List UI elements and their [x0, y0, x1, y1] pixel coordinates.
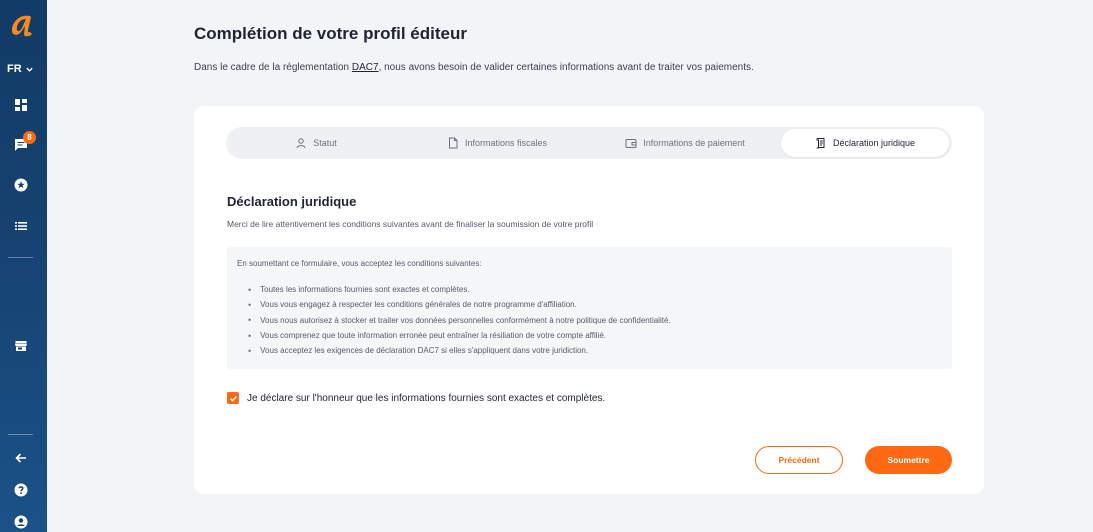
page-subtitle: Dans le cadre de la réglementation DAC7,…: [194, 62, 754, 73]
subtitle-text: , nous avons besoin de valider certaines…: [378, 62, 754, 73]
terms-list: Toutes les informations fournies sont ex…: [237, 282, 942, 358]
chevron-down-icon: [25, 67, 33, 72]
step-label: Informations de paiement: [643, 138, 745, 148]
dac7-link[interactable]: DAC7: [352, 62, 379, 73]
help-icon[interactable]: [13, 482, 29, 498]
document-icon: [448, 137, 458, 149]
page-title: Complétion de votre profil éditeur: [194, 24, 467, 43]
list-item: Vous nous autorisez à stocker et traiter…: [237, 313, 942, 328]
logo-icon[interactable]: [8, 10, 38, 40]
user-icon: [296, 138, 306, 149]
step-statut[interactable]: Statut: [228, 129, 404, 157]
submit-button[interactable]: Soumettre: [865, 446, 952, 474]
language-selector[interactable]: FR: [7, 63, 34, 75]
sidebar: FR 8: [0, 0, 47, 532]
stepper: Statut Informations fiscales Information…: [226, 127, 952, 159]
list-item: Toutes les informations fournies sont ex…: [237, 282, 942, 297]
store-icon[interactable]: [13, 338, 29, 354]
step-label: Déclaration juridique: [832, 138, 916, 148]
terms-box: En soumettant ce formulaire, vous accept…: [227, 247, 952, 369]
account-icon[interactable]: [13, 514, 29, 530]
step-informations-fiscales[interactable]: Informations fiscales: [404, 129, 590, 157]
step-label: Informations fiscales: [464, 138, 548, 148]
check-icon: [229, 395, 237, 402]
step-declaration-juridique[interactable]: Déclaration juridique: [781, 129, 949, 157]
list-item: Vous vous engagez à respecter les condit…: [237, 297, 942, 312]
language-label: FR: [7, 63, 22, 75]
notification-badge: 8: [23, 131, 36, 144]
terms-intro: En soumettant ce formulaire, vous accept…: [237, 259, 482, 268]
list-item: Vous acceptez les exigences de déclarati…: [237, 343, 942, 358]
declaration-row[interactable]: Je déclare sur l'honneur que les informa…: [227, 392, 605, 404]
declaration-label: Je déclare sur l'honneur que les informa…: [247, 392, 606, 404]
sidebar-divider: [8, 434, 33, 435]
section-title: Déclaration juridique: [227, 194, 357, 209]
list-icon[interactable]: [13, 218, 29, 234]
profile-card: Statut Informations fiscales Information…: [194, 106, 984, 494]
star-circle-icon[interactable]: [13, 177, 29, 193]
list-item: Vous comprenez que toute information err…: [237, 328, 942, 343]
subtitle-text: Dans le cadre de la réglementation: [194, 62, 352, 73]
section-subtitle: Merci de lire attentivement les conditio…: [227, 219, 594, 229]
sidebar-divider: [8, 257, 33, 258]
wallet-icon: [625, 139, 637, 148]
previous-button[interactable]: Précédent: [755, 446, 843, 474]
step-informations-paiement[interactable]: Informations de paiement: [590, 129, 780, 157]
arrow-left-icon[interactable]: [13, 450, 29, 466]
step-label: Statut: [313, 138, 337, 148]
scroll-icon: [816, 138, 825, 149]
declaration-checkbox[interactable]: [227, 392, 239, 404]
dashboard-icon[interactable]: [13, 97, 29, 113]
